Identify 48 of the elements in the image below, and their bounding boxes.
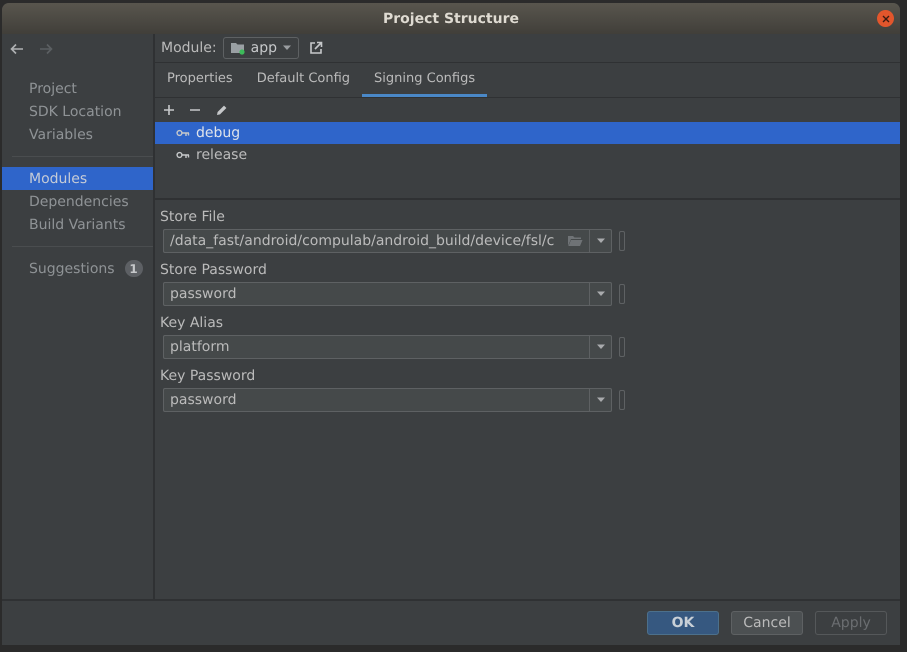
pencil-icon[interactable]: [215, 104, 228, 116]
folder-icon: [230, 41, 246, 55]
count-badge: 1: [124, 260, 143, 277]
sidebar-item[interactable]: SDK Location: [2, 100, 153, 123]
side-marker: [619, 284, 625, 304]
config-item[interactable]: debug: [155, 122, 900, 144]
dropdown-button[interactable]: [589, 229, 612, 253]
sidebar-item[interactable]: Dependencies: [2, 190, 153, 213]
caret-icon: [596, 397, 606, 403]
caret-icon: [596, 344, 606, 350]
field-label: Store File: [160, 209, 226, 225]
key-icon: [176, 151, 190, 159]
field-label: Key Alias: [160, 315, 224, 331]
side-marker: [619, 231, 625, 251]
caret-icon: [596, 238, 606, 244]
ok-button[interactable]: OK: [647, 611, 719, 635]
close-icon: [882, 14, 890, 22]
sidebar-item[interactable]: Modules: [2, 167, 153, 190]
tab[interactable]: Properties: [155, 63, 245, 97]
sidebar-item[interactable]: Variables: [2, 123, 153, 146]
dropdown-button[interactable]: [589, 282, 612, 306]
combo-field[interactable]: password: [163, 388, 589, 412]
external-link-icon[interactable]: [308, 41, 323, 55]
add-icon[interactable]: [163, 104, 175, 116]
tab[interactable]: Default Config: [244, 63, 362, 97]
combo-field[interactable]: password: [163, 282, 589, 306]
sidebar-item[interactable]: Suggestions 1: [2, 257, 153, 280]
caret-icon: [596, 291, 606, 297]
tab[interactable]: Signing Configs: [362, 63, 488, 97]
key-icon: [176, 129, 190, 137]
dialog-button[interactable]: Cancel: [731, 611, 803, 635]
combo-field[interactable]: platform: [163, 335, 589, 359]
module-label: Module:: [161, 40, 217, 56]
caret-icon: [282, 45, 292, 51]
side-marker: [619, 337, 625, 357]
field-label: Key Password: [160, 368, 256, 384]
window-title: Project Structure: [383, 10, 519, 26]
sidebar-item[interactable]: Project: [2, 77, 153, 100]
combo-field[interactable]: /data_fast/android/compulab/android_build/device/fsl/c: [163, 229, 589, 253]
dropdown-button[interactable]: [589, 388, 612, 412]
dropdown-button[interactable]: [589, 335, 612, 359]
field-label: Store Password: [160, 262, 268, 278]
module-dropdown[interactable]: app: [222, 37, 299, 59]
back-arrow-icon[interactable]: [10, 43, 24, 55]
close-button[interactable]: [877, 10, 894, 27]
config-item[interactable]: release: [155, 144, 900, 166]
sidebar-item[interactable]: Build Variants: [2, 213, 153, 236]
side-marker: [619, 390, 625, 410]
